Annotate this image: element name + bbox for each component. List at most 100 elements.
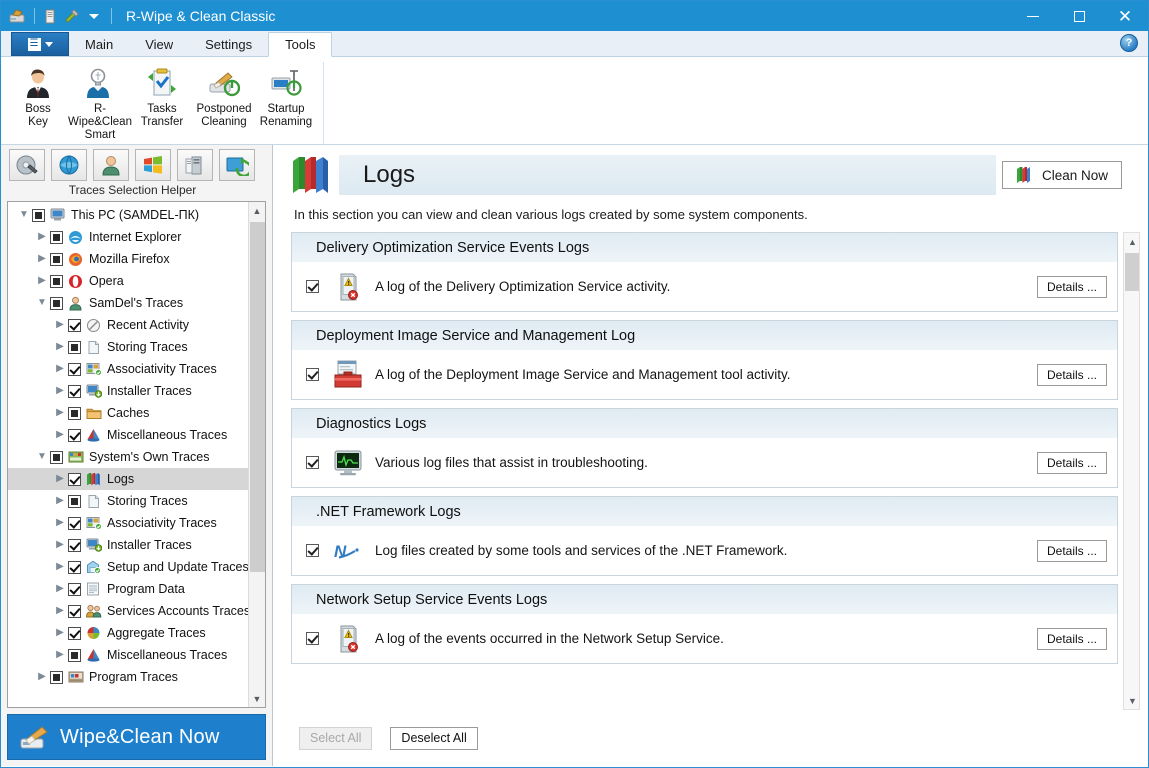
- log-panel-checkbox[interactable]: [306, 544, 319, 557]
- chevron-right-icon[interactable]: ▶: [34, 672, 50, 682]
- helper-button-user[interactable]: [93, 149, 129, 181]
- tree-item[interactable]: ▶ Caches: [8, 402, 248, 424]
- ribbon-item-postponed-cleaning[interactable]: Postponed Cleaning: [193, 62, 255, 144]
- tree-item[interactable]: ▶ Miscellaneous Traces: [8, 644, 248, 666]
- chevron-right-icon[interactable]: ▶: [52, 364, 68, 374]
- tree-item[interactable]: ▶ Aggregate Traces: [8, 622, 248, 644]
- chevron-right-icon[interactable]: ▶: [52, 474, 68, 484]
- tree-item-checkbox[interactable]: [68, 362, 81, 376]
- tree-item[interactable]: ▼ SamDel's Traces: [8, 292, 248, 314]
- tree-item[interactable]: ▶ Internet Explorer: [8, 226, 248, 248]
- tree-item[interactable]: ▶ Opera: [8, 270, 248, 292]
- tree-item[interactable]: ▶ Mozilla Firefox: [8, 248, 248, 270]
- helper-button-windows[interactable]: [135, 149, 171, 181]
- tree-item[interactable]: ▶ Logs: [8, 468, 248, 490]
- tree-item-checkbox[interactable]: [32, 208, 45, 222]
- tree-item-checkbox[interactable]: [68, 428, 81, 442]
- tree-item[interactable]: ▼ This PC (SAMDEL-ПК): [8, 204, 248, 226]
- panels-scrollbar[interactable]: ▲ ▼: [1123, 232, 1140, 710]
- chevron-right-icon[interactable]: ▶: [52, 386, 68, 396]
- tab-tools[interactable]: Tools: [268, 32, 333, 57]
- panels-scroll-up-icon[interactable]: ▲: [1124, 233, 1141, 250]
- ribbon-item-smart[interactable]: R-Wipe&Clean Smart: [68, 62, 132, 144]
- chevron-right-icon[interactable]: ▶: [52, 408, 68, 418]
- tree-item-checkbox[interactable]: [50, 450, 63, 464]
- tree-item-checkbox[interactable]: [68, 406, 81, 420]
- tree-item-checkbox[interactable]: [68, 516, 81, 530]
- chevron-right-icon[interactable]: ▶: [52, 562, 68, 572]
- chevron-right-icon[interactable]: ▶: [52, 540, 68, 550]
- tree-item-checkbox[interactable]: [68, 494, 81, 508]
- tab-main[interactable]: Main: [69, 32, 129, 56]
- details-button[interactable]: Details ...: [1037, 275, 1107, 298]
- tree-item[interactable]: ▶ Program Data: [8, 578, 248, 600]
- tree-item-checkbox[interactable]: [68, 560, 81, 574]
- tree-item-checkbox[interactable]: [68, 472, 81, 486]
- chevron-down-icon[interactable]: ▼: [34, 298, 50, 308]
- chevron-right-icon[interactable]: ▶: [34, 276, 50, 286]
- chevron-down-icon[interactable]: ▼: [34, 452, 50, 462]
- log-panel-checkbox[interactable]: [306, 632, 319, 645]
- tree-item[interactable]: ▶ Storing Traces: [8, 336, 248, 358]
- close-button[interactable]: ✕: [1102, 1, 1148, 31]
- log-panel-checkbox[interactable]: [306, 368, 319, 381]
- chevron-right-icon[interactable]: ▶: [52, 628, 68, 638]
- tree-item-checkbox[interactable]: [68, 384, 81, 398]
- tree-scroll-thumb[interactable]: [250, 222, 265, 572]
- document-icon[interactable]: [40, 6, 60, 26]
- tree-item-checkbox[interactable]: [68, 538, 81, 552]
- tree-item-checkbox[interactable]: [68, 626, 81, 640]
- tree-item-checkbox[interactable]: [50, 296, 63, 310]
- helper-button-server[interactable]: [177, 149, 213, 181]
- tree-scrollbar[interactable]: ▲ ▼: [248, 202, 265, 707]
- details-button[interactable]: Details ...: [1037, 451, 1107, 474]
- dropdown-caret-icon[interactable]: [84, 6, 104, 26]
- scroll-up-icon[interactable]: ▲: [248, 202, 265, 219]
- chevron-right-icon[interactable]: ▶: [34, 232, 50, 242]
- wipe-clean-now-button[interactable]: Wipe&Clean Now: [7, 714, 266, 760]
- helper-button-browsers[interactable]: [51, 149, 87, 181]
- app-icon[interactable]: [7, 6, 27, 26]
- chevron-right-icon[interactable]: ▶: [52, 430, 68, 440]
- chevron-right-icon[interactable]: ▶: [52, 606, 68, 616]
- log-panel-checkbox[interactable]: [306, 456, 319, 469]
- tree-item[interactable]: ▶ Services Accounts Traces: [8, 600, 248, 622]
- panels-scroll-thumb[interactable]: [1125, 253, 1139, 291]
- tree-item[interactable]: ▶ Miscellaneous Traces: [8, 424, 248, 446]
- tab-view[interactable]: View: [129, 32, 189, 56]
- tree-item-checkbox[interactable]: [68, 340, 81, 354]
- help-icon[interactable]: ?: [1120, 34, 1138, 52]
- tree-item-checkbox[interactable]: [50, 670, 63, 684]
- minimize-button[interactable]: [1010, 1, 1056, 31]
- ribbon-item-startup-renaming[interactable]: Startup Renaming: [255, 62, 317, 144]
- tab-settings[interactable]: Settings: [189, 32, 268, 56]
- details-button[interactable]: Details ...: [1037, 539, 1107, 562]
- tree-item[interactable]: ▶ Associativity Traces: [8, 512, 248, 534]
- tree-item[interactable]: ▶ Installer Traces: [8, 380, 248, 402]
- chevron-right-icon[interactable]: ▶: [34, 254, 50, 264]
- chevron-right-icon[interactable]: ▶: [52, 650, 68, 660]
- tree-item-checkbox[interactable]: [50, 274, 63, 288]
- tree-item-checkbox[interactable]: [68, 318, 81, 332]
- ribbon-item-boss-key[interactable]: Boss Key: [7, 62, 69, 144]
- panels-scroll-down-icon[interactable]: ▼: [1124, 692, 1141, 709]
- helper-button-refresh[interactable]: [219, 149, 255, 181]
- tree-item[interactable]: ▶ Setup and Update Traces: [8, 556, 248, 578]
- details-button[interactable]: Details ...: [1037, 363, 1107, 386]
- chevron-right-icon[interactable]: ▶: [52, 584, 68, 594]
- deselect-all-button[interactable]: Deselect All: [390, 726, 478, 750]
- ribbon-item-tasks-transfer[interactable]: Tasks Transfer: [131, 62, 193, 144]
- scroll-down-icon[interactable]: ▼: [248, 690, 265, 707]
- details-button[interactable]: Details ...: [1037, 627, 1107, 650]
- tools-icon[interactable]: [62, 6, 82, 26]
- tree-item[interactable]: ▶ Installer Traces: [8, 534, 248, 556]
- tree-item-checkbox[interactable]: [50, 230, 63, 244]
- traces-tree[interactable]: ▼ This PC (SAMDEL-ПК) ▶ Internet Explorer ▶ M…: [8, 202, 248, 707]
- tree-item[interactable]: ▶ Storing Traces: [8, 490, 248, 512]
- tree-item[interactable]: ▶ Recent Activity: [8, 314, 248, 336]
- log-panel-checkbox[interactable]: [306, 280, 319, 293]
- tree-item[interactable]: ▶ Associativity Traces: [8, 358, 248, 380]
- clean-now-button[interactable]: Clean Now: [1002, 161, 1122, 189]
- tree-item-checkbox[interactable]: [68, 648, 81, 662]
- tree-item[interactable]: ▶ Program Traces: [8, 666, 248, 688]
